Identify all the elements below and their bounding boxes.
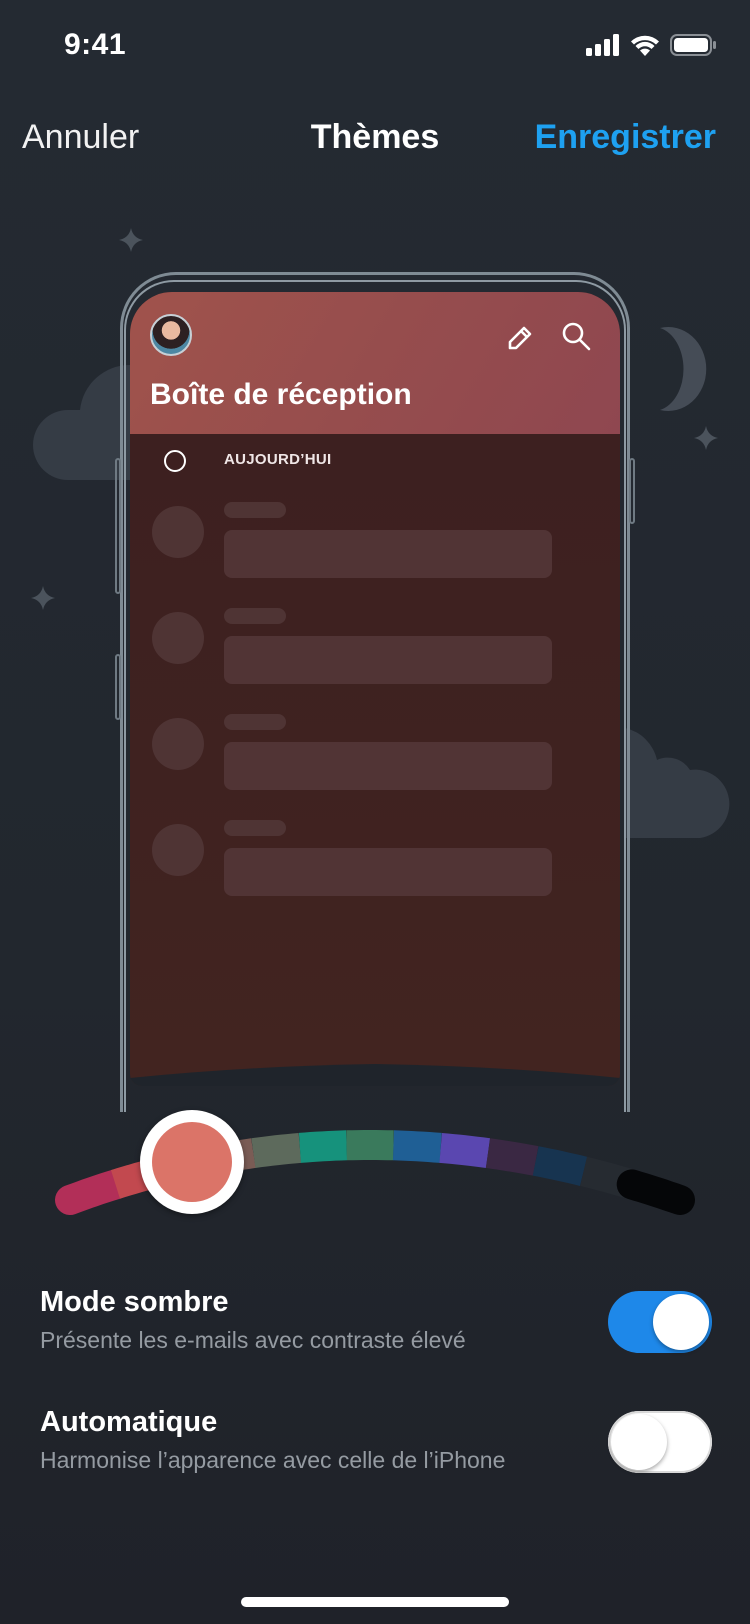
section-header-today: AUJOURD’HUI bbox=[130, 434, 620, 486]
theme-preview-screen: Boîte de réception AUJOURD’HUI bbox=[130, 292, 620, 1086]
phone-side-button bbox=[115, 654, 121, 720]
setting-subtitle: Harmonise l’apparence avec celle de l’iP… bbox=[40, 1447, 506, 1473]
home-indicator[interactable] bbox=[241, 1597, 509, 1607]
toggle-knob bbox=[653, 1294, 709, 1350]
theme-color-slider[interactable] bbox=[0, 1070, 750, 1240]
dark-mode-toggle[interactable] bbox=[608, 1291, 712, 1353]
cloud-icon bbox=[625, 728, 730, 838]
toggle-knob bbox=[611, 1414, 667, 1470]
setting-title: Automatique bbox=[40, 1406, 218, 1438]
color-swatch[interactable] bbox=[251, 1132, 302, 1168]
star-icon bbox=[31, 586, 55, 610]
setting-subtitle: Présente les e-mails avec contraste élev… bbox=[40, 1327, 466, 1353]
color-swatch[interactable] bbox=[532, 1146, 588, 1186]
moon-icon bbox=[660, 327, 707, 411]
phone-side-button bbox=[115, 458, 121, 594]
section-label: AUJOURD’HUI bbox=[224, 451, 332, 468]
color-swatch[interactable] bbox=[55, 1169, 131, 1215]
compose-pencil-icon bbox=[508, 326, 532, 350]
select-all-radio bbox=[164, 450, 186, 472]
search-icon bbox=[562, 322, 591, 351]
setting-automatic: Automatique Harmonise l’apparence avec c… bbox=[40, 1406, 600, 1474]
star-icon bbox=[119, 228, 143, 252]
selected-color-swatch bbox=[152, 1122, 232, 1202]
color-swatch[interactable] bbox=[439, 1132, 491, 1168]
avatar bbox=[150, 314, 192, 356]
color-swatch[interactable] bbox=[392, 1130, 442, 1163]
color-swatch[interactable] bbox=[485, 1138, 539, 1176]
setting-title: Mode sombre bbox=[40, 1286, 229, 1318]
color-swatch[interactable] bbox=[616, 1169, 695, 1215]
star-icon bbox=[694, 426, 718, 450]
color-swatch[interactable] bbox=[298, 1130, 348, 1163]
phone-side-button bbox=[629, 458, 635, 524]
automatic-toggle[interactable] bbox=[608, 1411, 712, 1473]
preview-header: Boîte de réception bbox=[130, 292, 620, 434]
setting-dark-mode: Mode sombre Présente les e-mails avec co… bbox=[40, 1286, 600, 1354]
inbox-title: Boîte de réception bbox=[150, 378, 412, 411]
theme-slider-thumb[interactable] bbox=[140, 1110, 244, 1214]
